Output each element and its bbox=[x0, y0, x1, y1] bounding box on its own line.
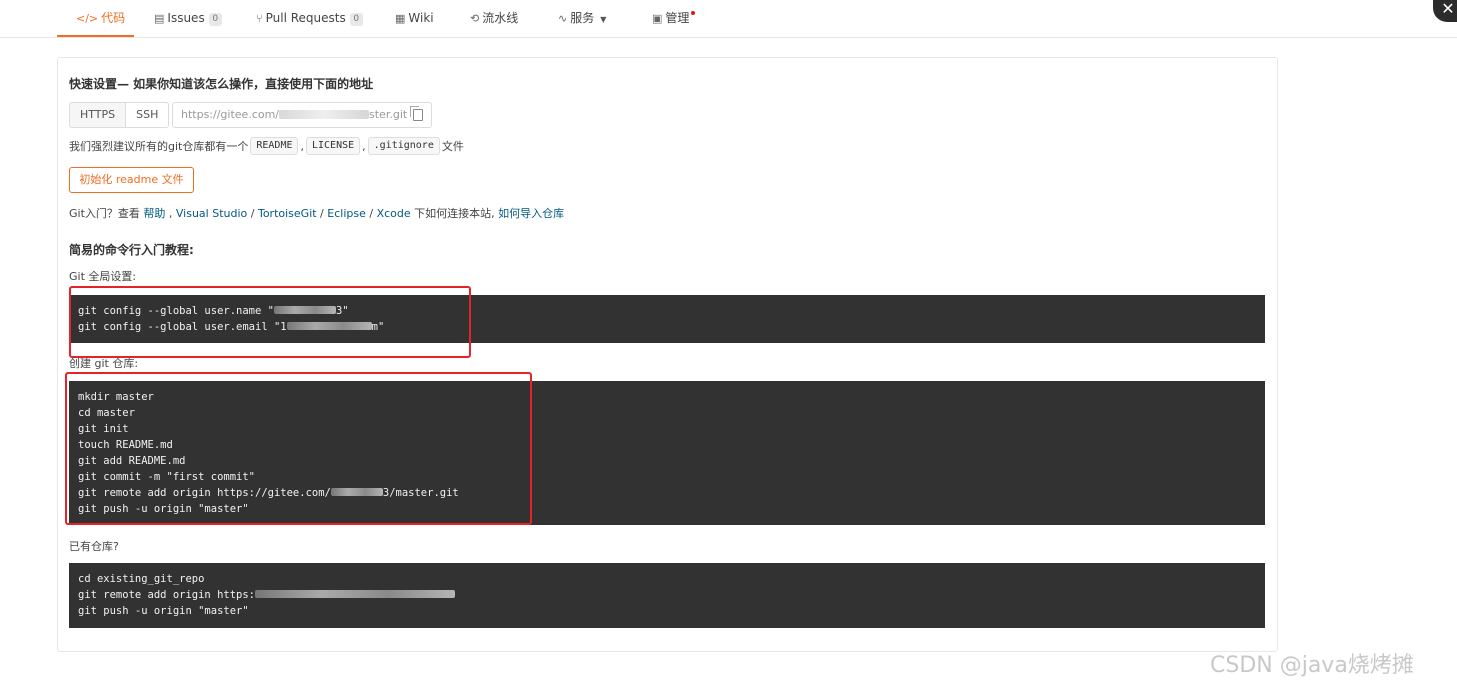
https-toggle-button[interactable]: HTTPS bbox=[69, 102, 127, 128]
tab-pull-requests[interactable]: ⑂ Pull Requests 0 bbox=[256, 0, 363, 37]
tab-wiki[interactable]: ▦ Wiki bbox=[395, 0, 434, 37]
chevron-down-icon: ▼ bbox=[600, 15, 607, 24]
help-link[interactable]: 帮助 bbox=[143, 207, 165, 220]
highlight-box-create bbox=[65, 372, 532, 525]
recommend-files-text: 我们强烈建议所有的git仓库都有一个 README, LICENSE, .git… bbox=[69, 137, 464, 155]
readme-chip: README bbox=[250, 137, 299, 155]
service-icon: ∿ bbox=[558, 12, 568, 25]
code-line: git push -u origin "master" bbox=[78, 605, 249, 617]
issues-count-badge: 0 bbox=[208, 13, 222, 26]
pull-requests-count-badge: 0 bbox=[349, 13, 363, 26]
code-icon: </> bbox=[76, 12, 99, 25]
tab-pipeline[interactable]: ⟲ 流水线 bbox=[470, 0, 518, 37]
redacted-username bbox=[279, 110, 370, 119]
tab-service[interactable]: ∿ 服务 ▼ bbox=[558, 0, 606, 37]
copy-icon[interactable] bbox=[410, 106, 423, 121]
issues-icon: ▤ bbox=[154, 12, 165, 25]
csdn-watermark: CSDN @java烧烤摊 bbox=[1210, 653, 1414, 678]
tab-issues[interactable]: ▤ Issues 0 bbox=[154, 0, 222, 37]
global-settings-label: Git 全局设置: bbox=[69, 270, 137, 283]
repo-tab-bar: </> 代码 ▤ Issues 0 ⑂ Pull Requests 0 ▦ Wiki ⟲ 流水… bbox=[0, 0, 1457, 38]
quick-setup-heading: 快速设置— 如果你知道该怎么操作，直接使用下面的地址 bbox=[69, 77, 374, 91]
clone-url-field[interactable]: https://gitee.com/ster.git bbox=[172, 102, 432, 128]
import-repo-link[interactable]: 如何导入仓库 bbox=[498, 207, 564, 220]
visual-studio-link[interactable]: Visual Studio bbox=[176, 207, 247, 220]
highlight-box-global bbox=[69, 286, 471, 358]
existing-repo-code-block: cd existing_git_repo git remote add orig… bbox=[69, 563, 1265, 628]
license-chip: LICENSE bbox=[305, 137, 361, 155]
manage-icon: ▣ bbox=[652, 12, 663, 25]
clone-url-group: HTTPS SSH https://gitee.com/ster.git bbox=[69, 102, 432, 128]
pipeline-icon: ⟲ bbox=[470, 12, 480, 25]
tab-code[interactable]: </> 代码 bbox=[57, 0, 134, 37]
create-repo-label: 创建 git 仓库: bbox=[69, 357, 139, 370]
eclipse-link[interactable]: Eclipse bbox=[327, 207, 366, 220]
code-line: git remote add origin https: bbox=[78, 587, 1256, 603]
code-line: cd existing_git_repo bbox=[78, 573, 205, 585]
existing-repo-label: 已有仓库? bbox=[69, 540, 119, 553]
tortoisegit-link[interactable]: TortoiseGit bbox=[258, 207, 317, 220]
redacted-url bbox=[255, 590, 456, 598]
wiki-icon: ▦ bbox=[395, 12, 406, 25]
gitignore-chip: .gitignore bbox=[367, 137, 440, 155]
notification-dot bbox=[691, 11, 696, 15]
tab-manage[interactable]: ▣ 管理 bbox=[652, 0, 696, 37]
init-readme-button[interactable]: 初始化 readme 文件 bbox=[69, 167, 194, 193]
git-intro-text: Git入门？查看 帮助 , Visual Studio / TortoiseGi… bbox=[69, 207, 565, 220]
pull-request-icon: ⑂ bbox=[256, 12, 263, 25]
tutorial-heading: 简易的命令行入门教程: bbox=[69, 243, 194, 257]
ssh-toggle-button[interactable]: SSH bbox=[126, 102, 170, 128]
xcode-link[interactable]: Xcode bbox=[377, 207, 411, 220]
